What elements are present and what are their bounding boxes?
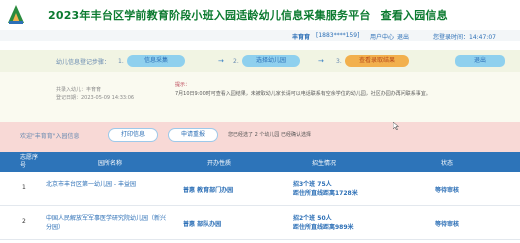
steps-label: 幼儿信息登记步骤： [56,59,111,66]
logo-icon [8,5,24,24]
page-title: 2023年丰台区学前教育阶段小班入园适龄幼儿信息采集服务平台 查看入园信息 [48,7,448,23]
step-info-collection[interactable]: 信息采集 [127,55,185,67]
step-1-num: 1. [118,58,124,65]
step-2-num: 2. [233,58,239,65]
recruit-classes: 招2个班 50人 [293,215,332,222]
info-panel: 共录入幼儿：丰育育 登记日期：2023-05-09 14:33:06 提示： 7… [0,72,520,122]
row-no: 2 [22,218,26,225]
kindergarten-name[interactable]: 北京市丰台区第一幼儿园 - 丰益园 [46,180,166,189]
col-status: 状态 [441,160,454,167]
col-no: 志愿序号 [20,154,39,169]
arrow-right-icon: → [318,57,324,65]
title-text: 2023年丰台区学前教育阶段小班入园适龄幼儿信息采集服务平台 [48,9,371,22]
kindergarten-type: 普惠 部队办园 [183,221,222,228]
print-info-button[interactable]: 打印信息 [108,128,158,142]
status-badge: 等待审核 [435,187,460,194]
recruit-info: 招3个班 75人 距住所直线距离1728米 [293,180,358,198]
registration-info: 共录入幼儿：丰育育 登记日期：2023-05-09 14:33:06 [56,86,134,102]
top-header: 2023年丰台区学前教育阶段小班入园适龄幼儿信息采集服务平台 查看入园信息 [0,0,520,30]
table-row: 2 中国人民解放军军事医学研究院幼儿园（新兴分园） 普惠 部队办园 招2个班 5… [0,206,520,240]
recruit-distance: 距住所直线距离1728米 [293,190,358,197]
selection-summary: 您已经选了 2 个幼儿园 已经确认选择 [228,132,311,138]
exit-button[interactable]: 退出 [455,55,505,67]
user-center-link[interactable]: 用户中心 [370,32,394,41]
step-bar: 幼儿信息登记步骤： 1. 信息采集 → 2. 选择幼儿园 → 3. 查看录取结果… [0,50,520,72]
prompt-text: 7月10日9:00时可查看入园结果，未被取幼儿家长请可以电话联系有空余学位的幼儿… [175,91,431,97]
recruit-distance: 距住所直线距离989米 [293,224,354,231]
recruit-info: 招2个班 50人 距住所直线距离989米 [293,214,354,232]
login-time: 您登录时间：14:47:07 [433,34,496,41]
logout-link[interactable]: 退出 [397,32,409,41]
child-count: 共录入幼儿：丰育育 [56,87,102,93]
welcome-tag: 欢迎"丰育育"入园信息 [20,133,80,140]
kindergarten-type: 普惠 教育部门办园 [183,187,234,194]
arrow-right-icon: → [218,57,224,65]
table-header: 志愿序号 园所名称 开办性质 招生情况 状态 [0,152,520,172]
step-3-num: 3. [336,58,342,65]
col-name: 园所名称 [98,160,123,167]
view-admission-link[interactable]: 查看入园信息 [381,9,448,22]
status-badge: 等待审核 [435,221,460,228]
action-band: 欢迎"丰育育"入园信息 打印信息 申请重报 您已经选了 2 个幼儿园 已经确认选… [0,122,520,152]
prompt-title: 提示： [175,82,191,88]
reapply-button[interactable]: 申请重报 [168,128,218,142]
user-bar: 丰育育 [1883****159] 用户中心 退出 您登录时间：14:47:07 [0,30,520,41]
col-recruit: 招生情况 [312,160,337,167]
register-date: 登记日期：2023-05-09 14:33:06 [56,95,135,101]
kindergarten-name[interactable]: 中国人民解放军军事医学研究院幼儿园（新兴分园） [46,214,166,232]
table-row: 1 北京市丰台区第一幼儿园 - 丰益园 普惠 教育部门办园 招3个班 75人 距… [0,172,520,206]
user-phone: [1883****159] [316,32,360,39]
row-no: 1 [22,184,26,191]
col-type: 开办性质 [207,160,232,167]
mouse-cursor-icon [393,122,399,130]
step-choose-kindergarten[interactable]: 选择幼儿园 [242,55,300,67]
username: 丰育育 [292,34,311,41]
step-view-result[interactable]: 查看录取结果 [345,55,409,67]
recruit-classes: 招3个班 75人 [293,181,332,188]
